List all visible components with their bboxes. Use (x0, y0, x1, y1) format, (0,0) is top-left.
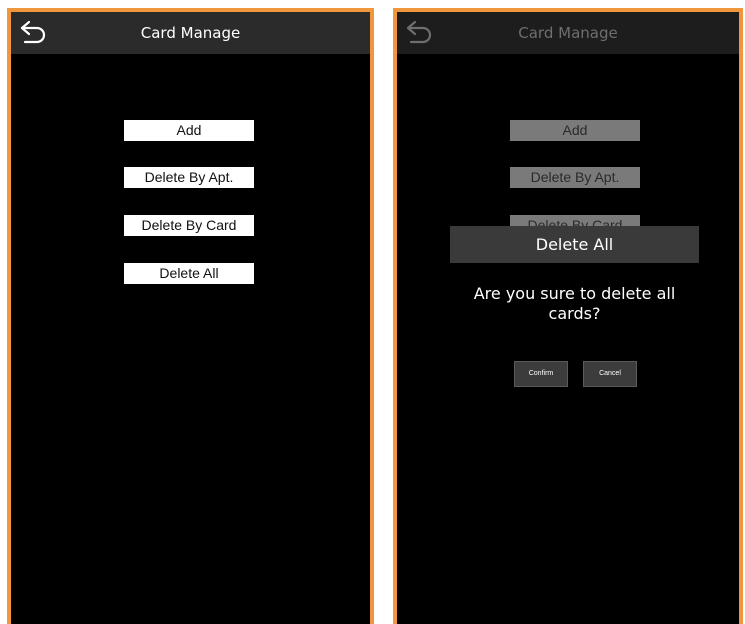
cancel-button[interactable]: Cancel (583, 361, 637, 387)
add-button[interactable]: Add (124, 120, 254, 141)
delete-by-apt-button[interactable]: Delete By Apt. (124, 167, 254, 188)
delete-by-card-button[interactable]: Delete By Card (124, 215, 254, 236)
confirm-button[interactable]: Confirm (514, 361, 568, 387)
right-screen: Card Manage Add Delete By Apt. Delete By… (393, 8, 743, 624)
add-button: Add (510, 120, 640, 141)
page-title: Card Manage (518, 24, 618, 42)
dialog-title: Delete All (450, 226, 699, 263)
delete-by-apt-button: Delete By Apt. (510, 167, 640, 188)
delete-all-button[interactable]: Delete All (124, 263, 254, 284)
left-screen: Card Manage Add Delete By Apt. Delete By… (7, 8, 374, 624)
page-title: Card Manage (140, 24, 241, 42)
dialog-message: Are you sure to delete all cards? (473, 284, 676, 323)
header-bar: Card Manage (11, 12, 370, 54)
header-bar: Card Manage (397, 12, 739, 54)
